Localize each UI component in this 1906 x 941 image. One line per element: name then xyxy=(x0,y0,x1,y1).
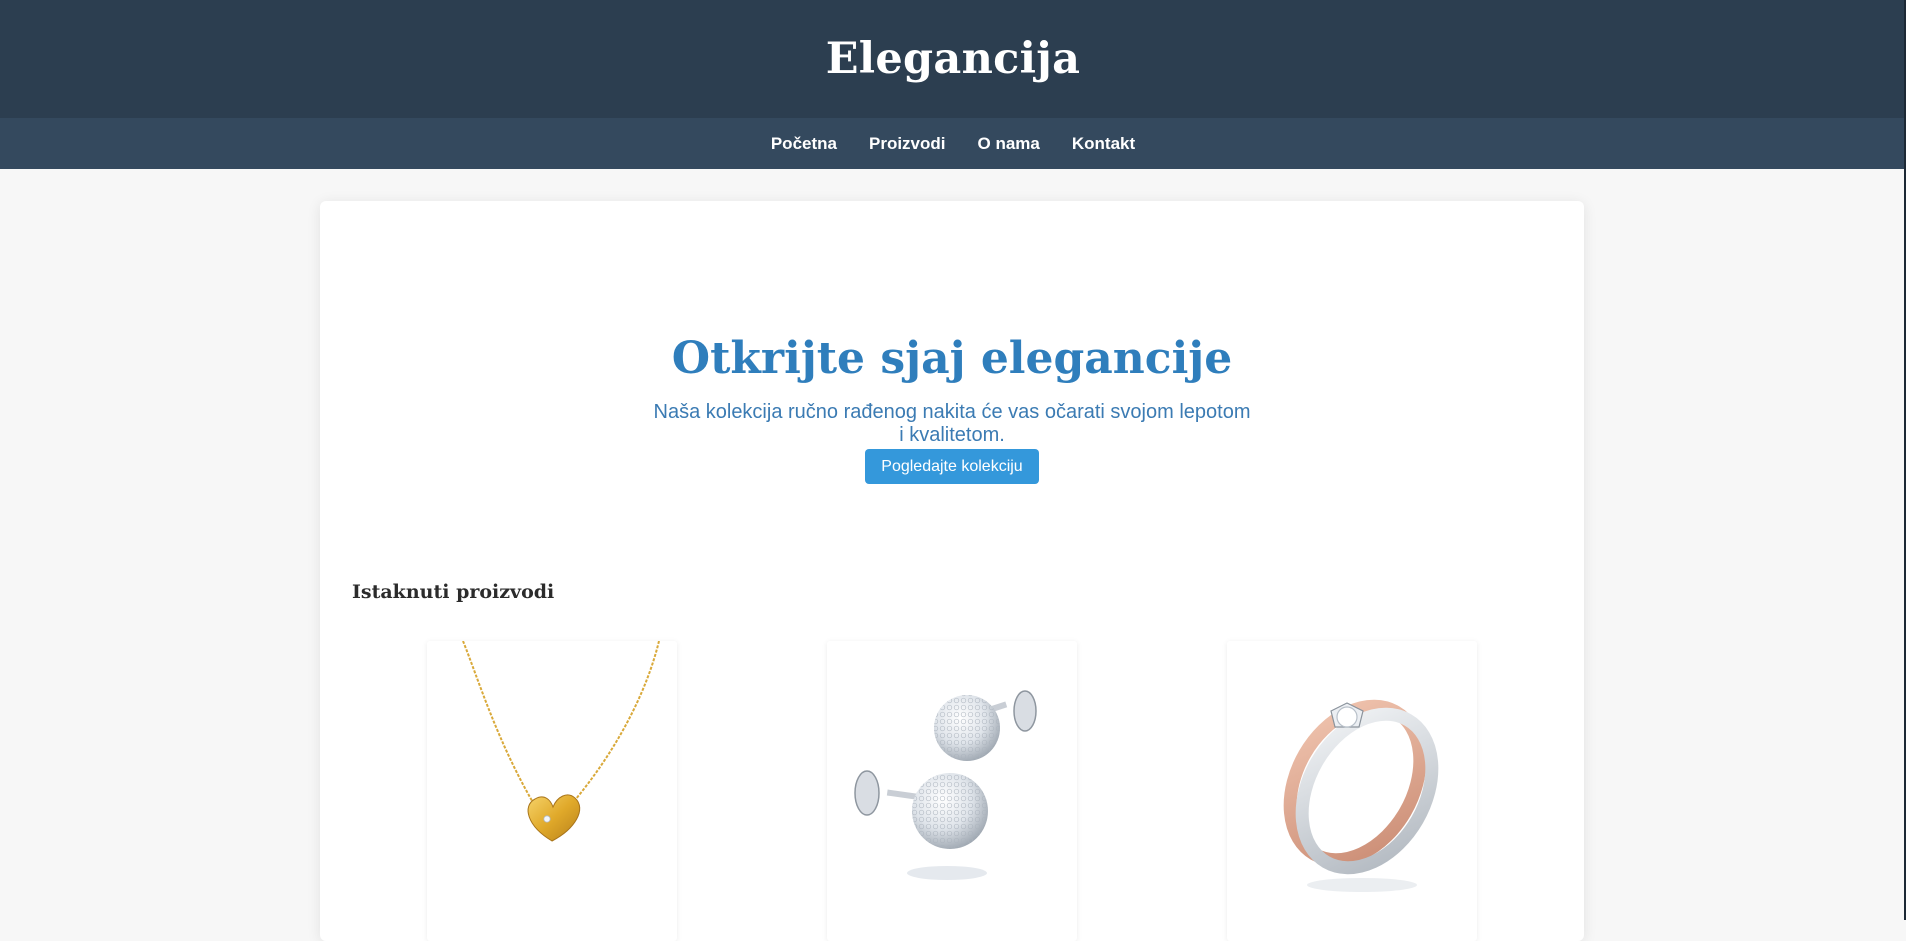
content-card: Otkrijte sjaj elegancije Naša kolekcija … xyxy=(320,201,1584,941)
crystal-stud-earrings-image xyxy=(854,690,1037,880)
nav-link-pocetna[interactable]: Početna xyxy=(771,134,837,154)
hero-section: Otkrijte sjaj elegancije Naša kolekcija … xyxy=(320,331,1584,484)
nav-link-o-nama[interactable]: O nama xyxy=(978,134,1040,154)
nav-link-proizvodi[interactable]: Proizvodi xyxy=(869,134,946,154)
site-title[interactable]: Elegancija xyxy=(826,34,1081,84)
hero-subtitle: Naša kolekcija ručno rađenog nakita će v… xyxy=(653,401,1251,446)
gold-heart-necklace-image xyxy=(462,641,660,842)
hero-title: Otkrijte sjaj elegancije xyxy=(671,333,1233,384)
product-card-necklace[interactable] xyxy=(427,641,677,941)
product-card-ring[interactable] xyxy=(1227,641,1477,941)
site-header: Elegancija xyxy=(0,0,1906,118)
nav-link-kontakt[interactable]: Kontakt xyxy=(1072,134,1135,154)
rose-silver-ring-image xyxy=(1283,699,1439,892)
product-card-earrings[interactable] xyxy=(827,641,1077,941)
featured-products-title: Istaknuti proizvodi xyxy=(352,581,555,603)
main-nav: Početna Proizvodi O nama Kontakt xyxy=(0,118,1906,169)
view-collection-button[interactable]: Pogledajte kolekciju xyxy=(865,449,1039,484)
